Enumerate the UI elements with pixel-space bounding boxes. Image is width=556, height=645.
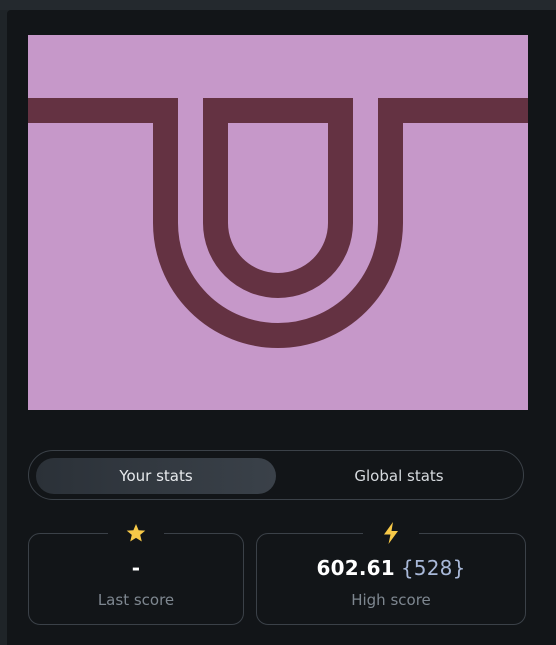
last-score-label: Last score (97, 591, 175, 609)
tab-your-stats[interactable]: Your stats (36, 458, 276, 494)
last-score-value: - (131, 556, 141, 580)
star-icon (108, 518, 164, 548)
high-score-value: 602.61 (316, 556, 395, 580)
puzzle-background (28, 35, 528, 410)
high-score-value-row: 602.61 {528} (257, 556, 525, 580)
high-score-extra: {528} (400, 556, 466, 580)
high-score-label: High score (351, 591, 431, 609)
puzzle-image (28, 35, 528, 410)
top-bar (0, 0, 556, 10)
high-score-card: 602.61 {528} High score (256, 518, 526, 625)
puzzle-graphic (28, 35, 528, 410)
stats-tab-switch: Your stats Global stats (28, 450, 524, 500)
tab-global-stats[interactable]: Global stats (279, 458, 519, 494)
last-score-card: - Last score (28, 518, 244, 625)
lightning-icon (363, 518, 419, 548)
